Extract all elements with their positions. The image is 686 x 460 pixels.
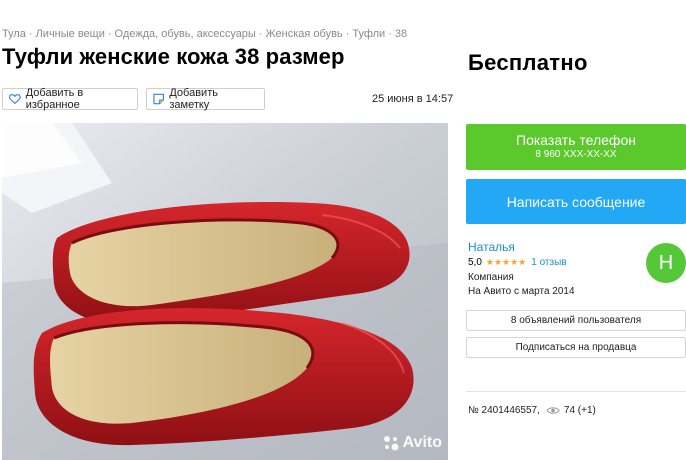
breadcrumb-item[interactable]: Личные вещи <box>36 28 105 40</box>
seller-rating: 5,0 ★★★★★ 1 отзыв <box>468 257 567 268</box>
listing-photo[interactable]: Avito <box>2 123 448 460</box>
add-to-favorites-button[interactable]: Добавить в избранное <box>2 87 138 111</box>
phone-masked: 8 960 XXX-XX-XX <box>535 149 617 160</box>
seller-since: На Авито с марта 2014 <box>468 286 575 297</box>
breadcrumb-item[interactable]: Женская обувь <box>266 28 343 40</box>
price: Бесплатно <box>468 50 588 75</box>
add-to-favorites-label: Добавить в избранное <box>25 87 84 111</box>
breadcrumb-separator: · <box>28 28 33 40</box>
watermark-text: Avito <box>402 434 442 451</box>
eye-icon <box>546 407 560 414</box>
heart-icon <box>9 94 21 105</box>
breadcrumb-separator: · <box>107 28 112 40</box>
breadcrumb-separator: · <box>345 28 350 40</box>
add-note-label: Добавить заметку <box>169 87 218 111</box>
breadcrumb-separator: · <box>258 28 263 40</box>
breadcrumb-item[interactable]: 38 <box>395 28 407 40</box>
seller-type: Компания <box>468 272 514 283</box>
rating-value: 5,0 <box>468 257 482 268</box>
user-ads-button[interactable]: 8 объявлений пользователя <box>466 310 686 331</box>
divider <box>466 391 686 392</box>
avatar[interactable]: Н <box>646 243 686 283</box>
write-message-button[interactable]: Написать сообщение <box>466 179 686 224</box>
breadcrumb-item[interactable]: Туфли <box>352 28 385 40</box>
add-note-button[interactable]: Добавить заметку <box>146 87 265 111</box>
breadcrumb-separator: · <box>388 28 392 40</box>
views-count: 74 (+1) <box>563 405 596 416</box>
breadcrumb: Тула · Личные вещи · Одежда, обувь, аксессуа… <box>2 28 407 40</box>
listing-meta: № 2401446557, 74 (+1) <box>468 405 596 416</box>
listing-number: № 2401446557, <box>468 405 540 416</box>
rating-stars: ★★★★★ <box>485 257 527 267</box>
avito-watermark: Avito <box>383 434 442 452</box>
show-phone-label: Показать телефон <box>516 132 636 148</box>
show-phone-button[interactable]: Показать телефон 8 960 XXX-XX-XX <box>466 124 686 170</box>
reviews-link[interactable]: 1 отзыв <box>531 257 566 268</box>
avito-logo-icon <box>383 436 399 451</box>
breadcrumb-item[interactable]: Тула <box>2 28 26 40</box>
shoes-image <box>2 123 448 460</box>
breadcrumb-item[interactable]: Одежда, обувь, аксессуары <box>115 28 256 40</box>
subscribe-seller-button[interactable]: Подписаться на продавца <box>466 337 686 358</box>
seller-name-link[interactable]: Наталья <box>468 240 515 254</box>
note-icon <box>153 93 164 105</box>
publish-date: 25 июня в 14:57 <box>372 93 454 105</box>
page-title: Туфли женские кожа 38 размер <box>2 44 345 69</box>
